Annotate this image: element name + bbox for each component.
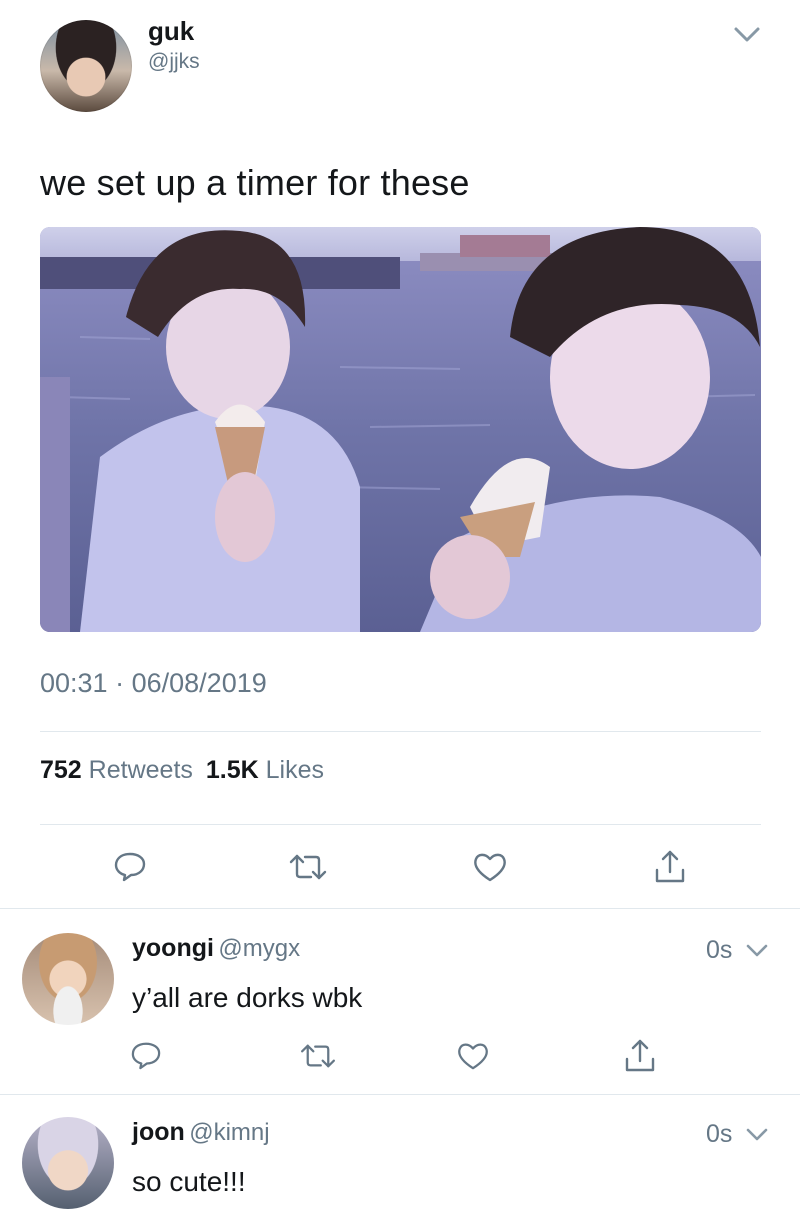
reply-handle[interactable]: @kimnj xyxy=(189,1119,269,1146)
tweet-timestamp: 00:31 · 06/08/2019 xyxy=(40,668,267,699)
tweet-time: 00:31 xyxy=(40,668,108,698)
share-icon[interactable] xyxy=(652,848,688,886)
retweet-icon[interactable] xyxy=(298,1042,338,1070)
reply-time: 0s xyxy=(706,936,733,964)
reply-time: 0s xyxy=(706,1120,733,1148)
author-display-name[interactable]: guk xyxy=(148,16,194,47)
reply-text: y’all are dorks wbk xyxy=(132,982,363,1013)
reply-avatar[interactable] xyxy=(22,933,114,1025)
reply-display-name[interactable]: yoongi xyxy=(132,934,214,962)
divider xyxy=(0,908,800,909)
divider xyxy=(40,824,761,825)
author-handle[interactable]: @jjks xyxy=(148,50,200,74)
divider xyxy=(40,731,761,732)
reply-icon[interactable] xyxy=(130,1040,162,1070)
like-count[interactable]: 1.5K xyxy=(206,756,259,784)
reply-display-name[interactable]: joon xyxy=(132,1118,185,1146)
like-icon[interactable] xyxy=(472,851,508,883)
tweet-stats[interactable]: 752 Retweets 1.5K Likes xyxy=(40,756,324,785)
like-icon[interactable] xyxy=(456,1041,490,1071)
reply-header: joon @kimnj xyxy=(132,1118,270,1147)
tweet-photo[interactable] xyxy=(40,227,761,632)
retweet-icon[interactable] xyxy=(287,852,329,882)
reply-avatar[interactable] xyxy=(22,1117,114,1209)
tweet-date: 06/08/2019 xyxy=(131,668,267,698)
share-icon[interactable] xyxy=(622,1036,658,1076)
reply-handle[interactable]: @mygx xyxy=(218,935,300,962)
retweet-count[interactable]: 752 xyxy=(40,756,82,784)
chevron-down-icon[interactable] xyxy=(744,940,770,962)
chevron-down-icon[interactable] xyxy=(730,20,764,50)
divider xyxy=(0,1094,800,1095)
reply-header: yoongi @mygx xyxy=(132,934,300,963)
like-label[interactable]: Likes xyxy=(266,756,324,784)
reply-text: so cute!!! xyxy=(132,1166,246,1197)
chevron-down-icon[interactable] xyxy=(744,1124,770,1146)
reply-icon[interactable] xyxy=(113,850,147,882)
retweet-label[interactable]: Retweets xyxy=(89,756,193,784)
author-avatar[interactable] xyxy=(40,20,132,112)
tweet-text: we set up a timer for these xyxy=(40,162,470,203)
timestamp-separator: · xyxy=(115,668,125,698)
